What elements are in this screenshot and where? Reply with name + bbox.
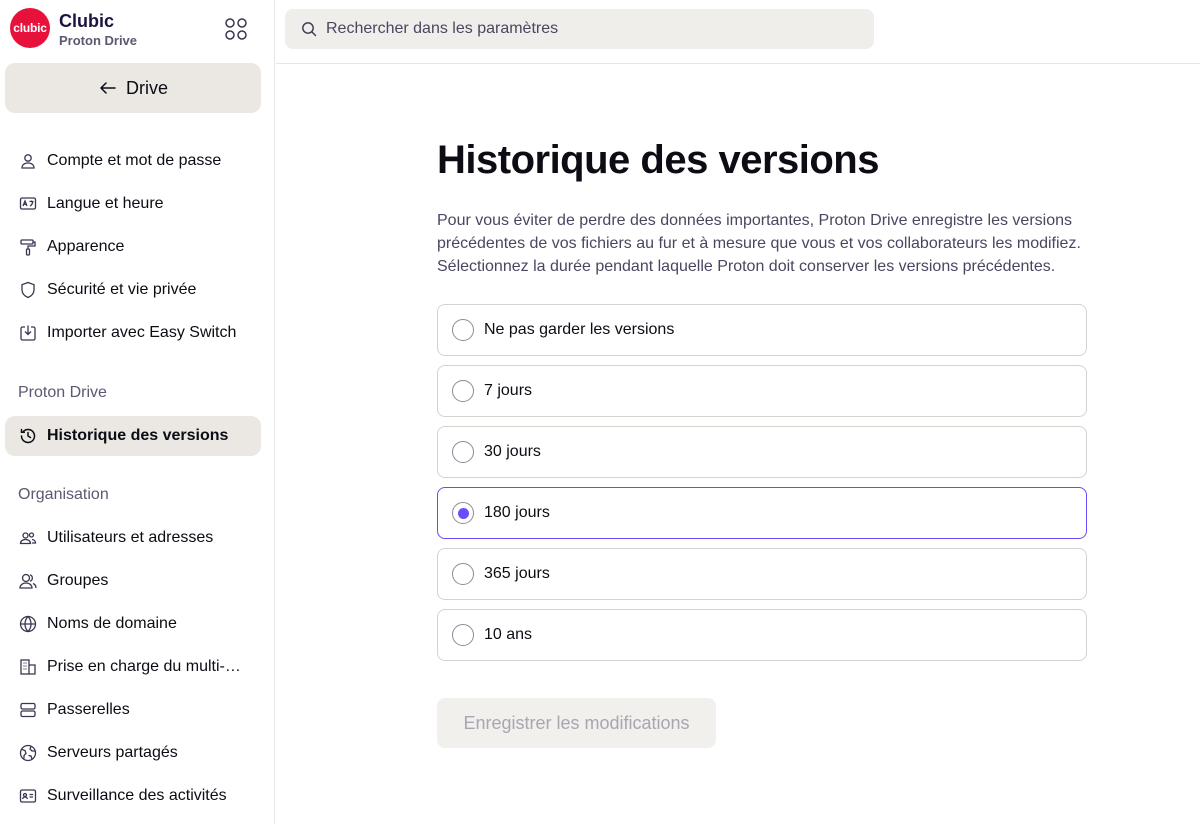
section-title-proton-drive: Proton Drive (18, 384, 107, 401)
paint-roller-icon (19, 238, 37, 256)
search-input[interactable] (326, 20, 866, 38)
option-label: 30 jours (484, 443, 541, 460)
sidebar-item-label: Groupes (47, 572, 109, 589)
sidebar-item-activity-monitor[interactable]: Surveillance des activités (5, 776, 261, 816)
sidebar-item-label: Serveurs partagés (47, 744, 178, 761)
groups-icon (19, 572, 37, 590)
radio-button-selected[interactable] (452, 502, 474, 524)
top-bar (276, 0, 1200, 64)
search-icon (302, 22, 317, 37)
sidebar-item-label: Historique des versions (47, 427, 229, 444)
sidebar-item-label: Importer avec Easy Switch (47, 324, 237, 341)
arrow-left-icon (100, 82, 116, 94)
sidebar-item-label: Passerelles (47, 701, 130, 718)
sidebar-item-appearance[interactable]: Apparence (5, 227, 261, 267)
option-30-days[interactable]: 30 jours (437, 426, 1087, 478)
sidebar-item-label: Noms de domaine (47, 615, 177, 632)
sidebar-item-label: Compte et mot de passe (47, 152, 222, 169)
sidebar-item-multi-org[interactable]: Prise en charge du multi-… (5, 647, 261, 687)
sidebar-item-security[interactable]: Sécurité et vie privée (5, 270, 261, 310)
servers-icon (19, 701, 37, 719)
search-box[interactable] (285, 9, 874, 49)
section-title-organisation: Organisation (18, 486, 109, 503)
sidebar-item-label: Utilisateurs et adresses (47, 529, 214, 546)
users-icon (19, 529, 37, 547)
back-to-drive-button[interactable]: Drive (5, 63, 261, 113)
sidebar-item-groups[interactable]: Groupes (5, 561, 261, 601)
clubic-logo: clubic (10, 8, 50, 48)
apps-grid-icon[interactable] (224, 17, 248, 41)
globe-icon (19, 615, 37, 633)
radio-button[interactable] (452, 441, 474, 463)
sidebar-item-label: Langue et heure (47, 195, 164, 212)
option-label: 10 ans (484, 626, 533, 643)
option-365-days[interactable]: 365 jours (437, 548, 1087, 600)
save-button[interactable]: Enregistrer les modifications (437, 698, 716, 748)
buildings-icon (19, 658, 37, 676)
option-label: 7 jours (484, 382, 533, 399)
sidebar-item-label: Surveillance des activités (47, 787, 227, 804)
radio-button[interactable] (452, 319, 474, 341)
sidebar-item-domains[interactable]: Noms de domaine (5, 604, 261, 644)
brand: clubic Clubic Proton Drive (10, 8, 265, 50)
user-icon (19, 152, 37, 170)
sidebar-item-shared-servers[interactable]: Serveurs partagés (5, 733, 261, 773)
main-content: Historique des versions Pour vous éviter… (276, 64, 1200, 824)
sidebar-item-label: Prise en charge du multi-… (47, 658, 241, 675)
brand-product: Proton Drive (59, 33, 138, 48)
brand-name: Clubic (59, 11, 115, 31)
sidebar-item-label: Sécurité et vie privée (47, 281, 197, 298)
page-description: Pour vous éviter de perdre des données i… (437, 212, 1081, 275)
radio-button[interactable] (452, 624, 474, 646)
sidebar-item-account[interactable]: Compte et mot de passe (5, 141, 261, 181)
radio-dot (457, 507, 469, 519)
sidebar-item-gateways[interactable]: Passerelles (5, 690, 261, 730)
shield-icon (19, 281, 37, 299)
sidebar: clubic Clubic Proton Drive Drive Compte … (0, 0, 275, 824)
radio-button[interactable] (452, 563, 474, 585)
language-icon (19, 195, 37, 213)
option-180-days[interactable]: 180 jours (437, 487, 1087, 539)
radio-button[interactable] (452, 380, 474, 402)
sidebar-item-easy-switch[interactable]: Importer avec Easy Switch (5, 313, 261, 353)
option-label: 365 jours (484, 565, 550, 582)
sidebar-item-label: Apparence (47, 238, 125, 255)
option-label: 180 jours (484, 504, 550, 521)
id-card-icon (19, 787, 37, 805)
option-7-days[interactable]: 7 jours (437, 365, 1087, 417)
sidebar-item-users[interactable]: Utilisateurs et adresses (5, 518, 261, 558)
option-label: Ne pas garder les versions (484, 321, 675, 338)
import-icon (19, 324, 37, 342)
option-10-years[interactable]: 10 ans (437, 609, 1087, 661)
globe-network-icon (19, 744, 37, 762)
page-title: Historique des versions (437, 138, 879, 182)
history-icon (19, 427, 37, 445)
sidebar-item-version-history[interactable]: Historique des versions (5, 416, 261, 456)
sidebar-item-language[interactable]: Langue et heure (5, 184, 261, 224)
back-button-label: Drive (125, 77, 168, 98)
option-no-versions[interactable]: Ne pas garder les versions (437, 304, 1087, 356)
